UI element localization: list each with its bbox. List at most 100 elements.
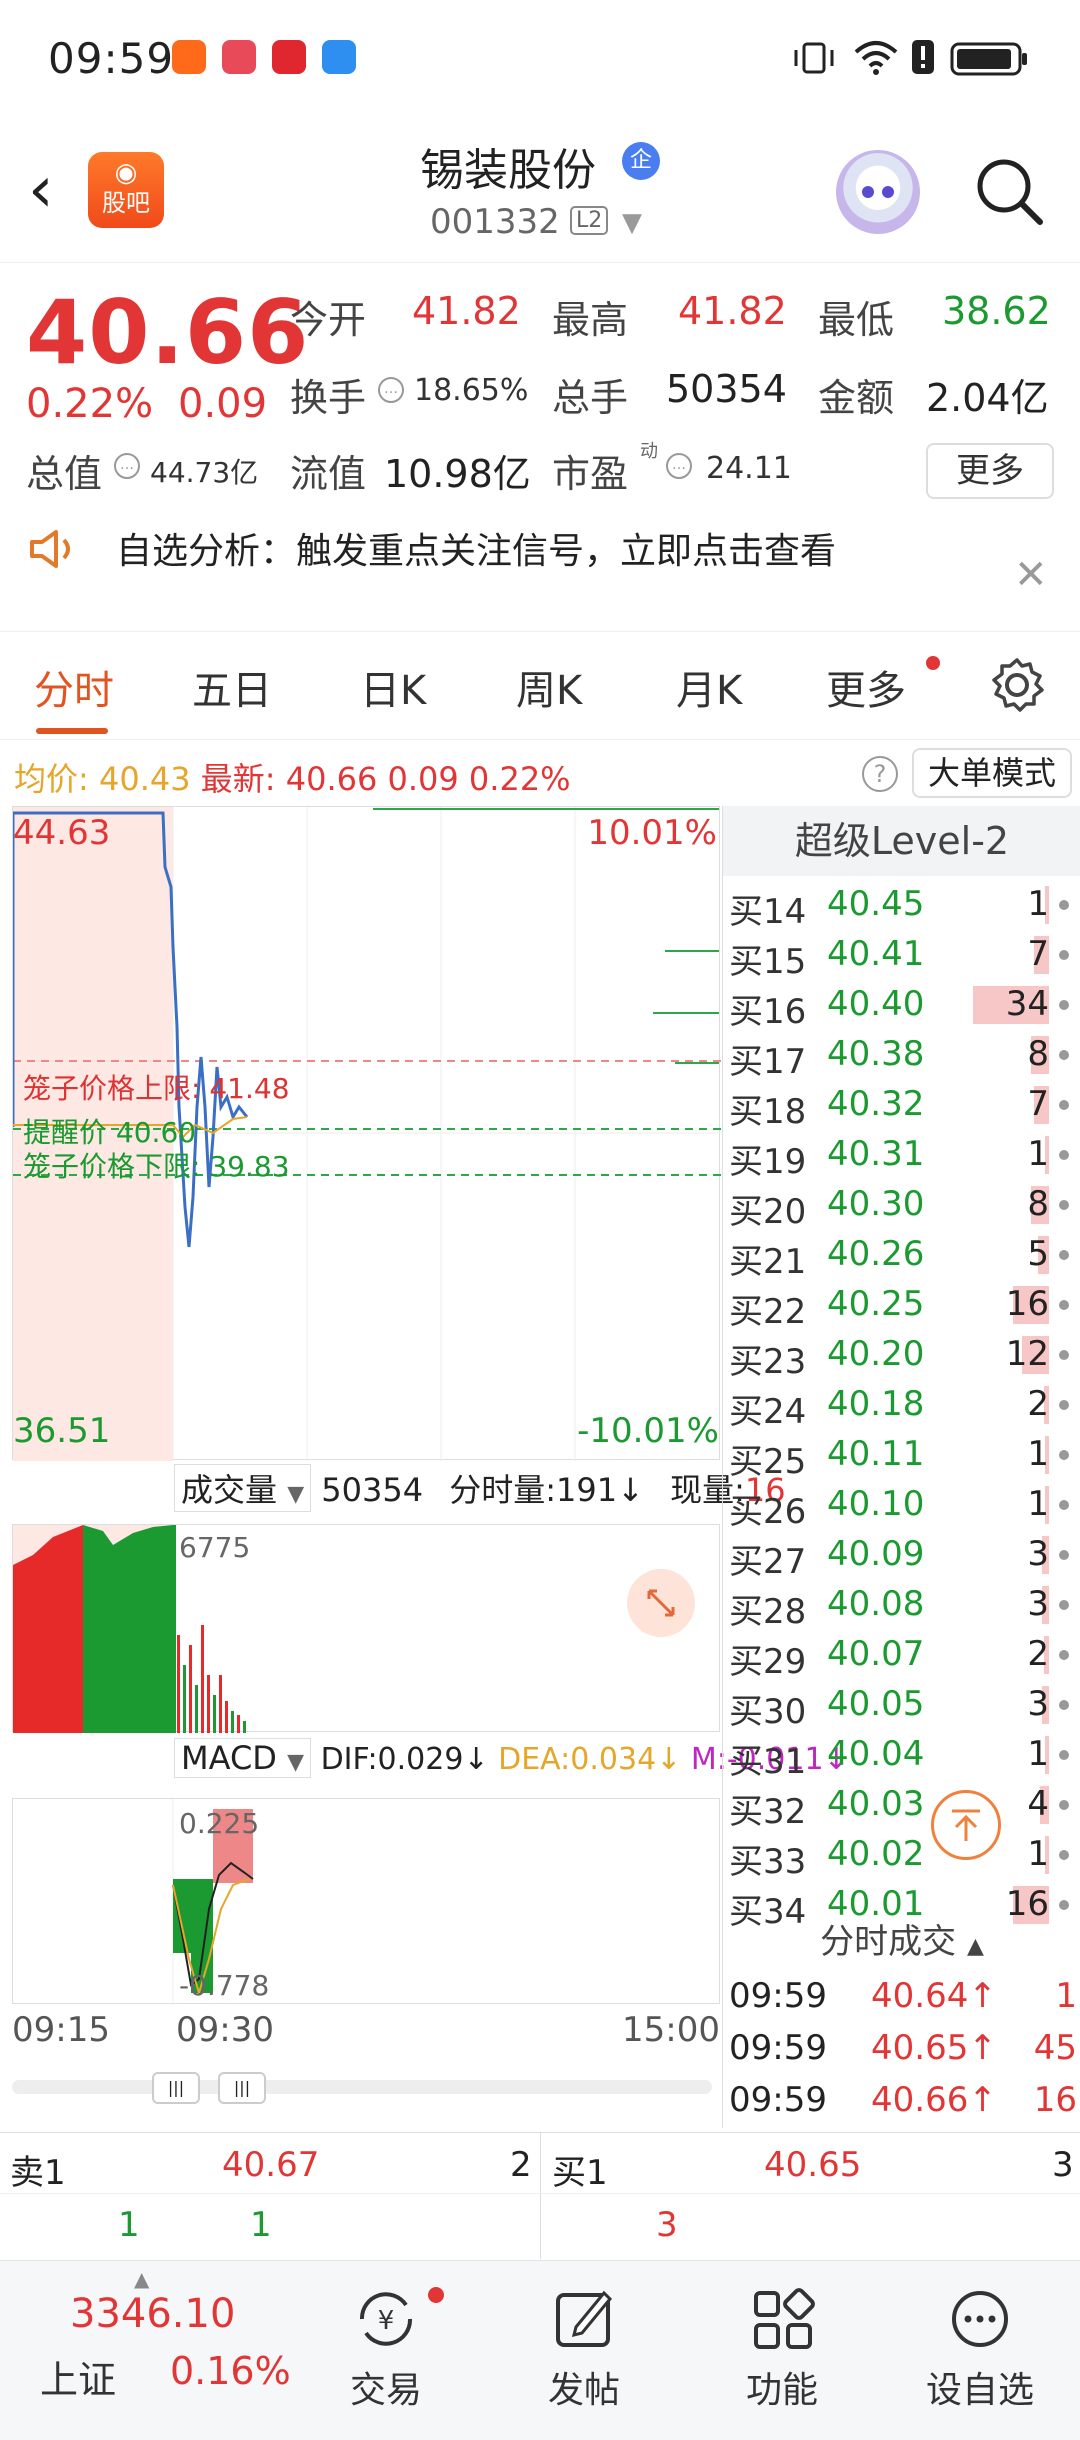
open-label: 今开 xyxy=(290,298,367,342)
sell1-sub-b: 1 xyxy=(250,2205,272,2245)
macd-dea: DEA:0.034 xyxy=(498,1742,657,1777)
scroll-handle-left[interactable]: ||| xyxy=(152,2072,200,2104)
guba-app-icon xyxy=(172,40,206,74)
index-ticker[interactable]: ▲ 3346.10 上证 0.16% xyxy=(0,2261,330,2440)
tab-monthly-k[interactable]: 月K xyxy=(676,658,742,716)
bid-price: 40.20 xyxy=(827,1334,925,1374)
bid-row[interactable]: 买27 40.09 3 xyxy=(723,1530,1080,1582)
bid-row[interactable]: 买32 40.03 4 xyxy=(723,1780,1080,1832)
bid-qty: 34 xyxy=(1005,984,1049,1024)
bid-row[interactable]: 买26 40.10 1 xyxy=(723,1480,1080,1532)
bid-price: 40.32 xyxy=(827,1084,925,1124)
row-dot-icon xyxy=(1059,1300,1069,1310)
bid-row[interactable]: 买28 40.08 3 xyxy=(723,1580,1080,1632)
settings-gear-icon[interactable] xyxy=(988,656,1046,714)
float-value: 10.98亿 xyxy=(384,452,531,496)
stock-header: ‹ ◉ 股吧 锡装股份 企 001332 L2 ▼ xyxy=(0,120,1080,260)
volume-chart[interactable]: 6775 xyxy=(12,1524,720,1733)
macd-indicator-select[interactable]: MACD ▼ xyxy=(174,1738,312,1778)
bottom-nav: ▲ 3346.10 上证 0.16% ¥ 交易 发帖 功能 设自选 xyxy=(0,2260,1080,2440)
macd-label: MACD xyxy=(181,1739,277,1777)
vibrate-icon xyxy=(794,42,834,74)
bid-row[interactable]: 买30 40.05 3 xyxy=(723,1680,1080,1732)
row-dot-icon xyxy=(1059,1250,1069,1260)
amount-label: 金额 xyxy=(818,376,895,420)
pe-label: 市盈 xyxy=(552,452,629,496)
tick-trades-header[interactable]: 分时成交 ▲ xyxy=(723,1914,1080,1963)
back-icon[interactable]: ‹ xyxy=(28,158,54,222)
bid-qty: 7 xyxy=(1027,1084,1049,1124)
expand-icon[interactable] xyxy=(627,1569,695,1637)
bid-row[interactable]: 买25 40.11 1 xyxy=(723,1430,1080,1482)
tab-five-day[interactable]: 五日 xyxy=(192,658,272,716)
bid-row[interactable]: 买33 40.02 1 xyxy=(723,1830,1080,1882)
bid-row[interactable]: 买31 40.04 1 xyxy=(723,1730,1080,1782)
pct-top-label: 10.01% xyxy=(587,813,717,853)
tab-active-indicator xyxy=(36,728,108,734)
nav-post[interactable]: 发帖 xyxy=(504,2261,664,2413)
stock-name[interactable]: 锡装股份 xyxy=(420,134,596,198)
alert-text[interactable]: 自选分析：触发重点关注信号，立即点击查看 xyxy=(116,522,836,574)
close-icon[interactable]: ✕ xyxy=(1014,552,1048,598)
time-scrollbar[interactable] xyxy=(12,2080,712,2094)
bid-row[interactable]: 买29 40.07 2 xyxy=(723,1630,1080,1682)
robot-assistant-icon[interactable] xyxy=(836,150,920,234)
scroll-handle-right[interactable]: ||| xyxy=(218,2072,266,2104)
bid-row[interactable]: 买15 40.41 7 xyxy=(723,930,1080,982)
turnover-label: 换手 xyxy=(290,376,367,420)
chevron-down-icon[interactable]: ▼ xyxy=(622,208,642,238)
row-dot-icon xyxy=(1059,1350,1069,1360)
row-dot-icon xyxy=(1059,1650,1069,1660)
info-icon[interactable]: … xyxy=(114,453,140,479)
search-icon[interactable] xyxy=(974,156,1044,226)
post-edit-icon xyxy=(556,2290,613,2347)
big-order-mode-button[interactable]: 大单模式 xyxy=(912,748,1072,798)
alert-banner[interactable]: 自选分析：触发重点关注信号，立即点击查看 ✕ xyxy=(0,522,1080,632)
index-name: 上证 xyxy=(40,2358,117,2402)
wifi-icon xyxy=(854,41,898,75)
bid-row[interactable]: 买18 40.32 7 xyxy=(723,1080,1080,1132)
trade-icon: ¥ xyxy=(359,2292,413,2346)
macd-chart[interactable]: 0.225 -0.778 xyxy=(12,1798,720,2005)
x-start: 09:15 xyxy=(12,2010,110,2050)
volume-label: 总手 xyxy=(552,376,629,420)
bid-row[interactable]: 买19 40.31 1 xyxy=(723,1130,1080,1182)
latest-value: 40.66 xyxy=(285,760,378,798)
bid-row[interactable]: 买20 40.30 8 xyxy=(723,1180,1080,1232)
bid-qty: 12 xyxy=(1005,1334,1049,1374)
bid-row[interactable]: 买23 40.20 12 xyxy=(723,1330,1080,1382)
back-to-top-icon[interactable] xyxy=(931,1790,1001,1860)
bid-label: 买24 xyxy=(729,1392,807,1432)
bid-row[interactable]: 买17 40.38 8 xyxy=(723,1030,1080,1082)
volume-label: 成交量 xyxy=(181,1471,278,1509)
nav-set-favorite[interactable]: 设自选 xyxy=(900,2261,1060,2413)
row-dot-icon xyxy=(1059,1500,1069,1510)
fenshi-vol-label: 分时量: xyxy=(449,1471,557,1509)
bid-row[interactable]: 买22 40.25 16 xyxy=(723,1280,1080,1332)
info-icon[interactable]: … xyxy=(666,453,692,479)
info-icon[interactable]: … xyxy=(378,377,404,403)
bid-price: 40.26 xyxy=(827,1234,925,1274)
bid-row[interactable]: 买14 40.45 1 xyxy=(723,880,1080,932)
nav-functions-label: 功能 xyxy=(745,2370,818,2411)
tab-daily-k[interactable]: 日K xyxy=(360,658,426,716)
nav-trade[interactable]: ¥ 交易 xyxy=(306,2261,466,2413)
help-icon[interactable]: ? xyxy=(862,756,898,792)
tab-intraday[interactable]: 分时 xyxy=(34,658,114,716)
bid-row[interactable]: 买24 40.18 2 xyxy=(723,1380,1080,1432)
guba-button[interactable]: ◉ 股吧 xyxy=(88,152,164,228)
nav-functions[interactable]: 功能 xyxy=(702,2261,862,2413)
tab-more[interactable]: 更多 xyxy=(826,658,906,716)
bid-row[interactable]: 买21 40.26 5 xyxy=(723,1230,1080,1282)
macd-dif: DIF:0.029 xyxy=(320,1742,464,1777)
buy1-price: 40.65 xyxy=(764,2145,862,2185)
more-button[interactable]: 更多 xyxy=(926,443,1054,499)
tab-weekly-k[interactable]: 周K xyxy=(516,658,582,716)
intraday-chart[interactable]: 44.63 36.51 10.01% -10.01% 笼子价格上限: 41.48… xyxy=(12,806,721,1461)
pe-value: 24.11 xyxy=(706,451,792,486)
nav-trade-label: 交易 xyxy=(349,2370,422,2411)
bid-label: 买28 xyxy=(729,1592,807,1632)
bid-row[interactable]: 买16 40.40 34 xyxy=(723,980,1080,1032)
volume-indicator-select[interactable]: 成交量 ▼ xyxy=(174,1464,312,1512)
level2-title[interactable]: 超级Level-2 xyxy=(723,806,1080,876)
